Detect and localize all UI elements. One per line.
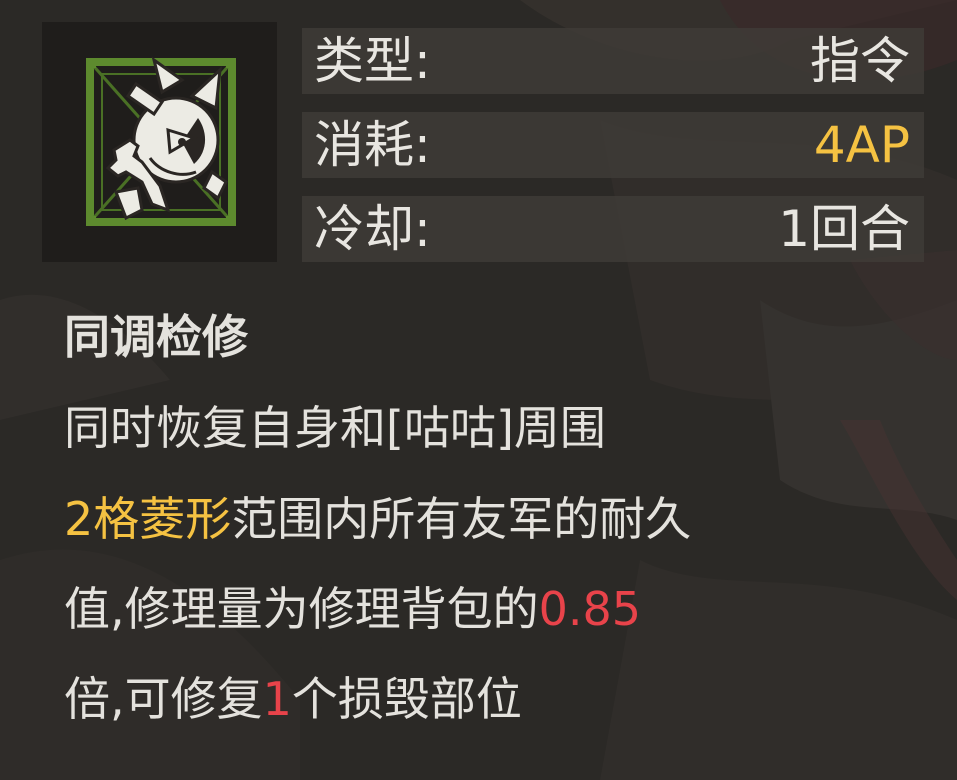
- range-highlight: 2格菱形: [64, 492, 232, 546]
- description-line-3-text: 值,修理量为修理背包的: [64, 582, 539, 636]
- repair-part-count: 1: [262, 672, 292, 726]
- description-line-4-text: 倍,可修复: [64, 672, 263, 726]
- description-line-1: 同时恢复自身和[咕咕]周围: [64, 401, 606, 455]
- description-line-2-text: 范围内所有友军的耐久: [231, 492, 692, 546]
- skill-tooltip: 类型: 指令 消耗: 4AP 冷却: 1回合 同调检修 同时恢复自身和[咕咕]周…: [0, 0, 957, 780]
- cost-value: 4AP: [813, 116, 910, 174]
- description-line-3: 值,修理量为修理背包的0.85: [64, 577, 641, 641]
- description-line-4-rest: 个损毁部位: [291, 672, 522, 726]
- description-line-2: 2格菱形范围内所有友军的耐久: [64, 487, 691, 551]
- stat-row-cooldown: 冷却: 1回合: [302, 196, 924, 262]
- type-label: 类型:: [314, 32, 431, 90]
- stat-row-cost: 消耗: 4AP: [302, 112, 924, 178]
- type-value: 指令: [810, 32, 910, 90]
- cooldown-label: 冷却:: [314, 200, 431, 258]
- robot-head-wrench-icon: [86, 56, 236, 226]
- description-line-4: 倍,可修复1个损毁部位: [64, 667, 522, 731]
- cooldown-value: 1回合: [778, 200, 910, 258]
- repair-multiplier: 0.85: [538, 582, 642, 636]
- skill-icon-frame: [42, 22, 277, 262]
- skill-name: 同调检修: [64, 310, 248, 364]
- cost-label: 消耗:: [314, 116, 431, 174]
- stat-row-type: 类型: 指令: [302, 28, 924, 94]
